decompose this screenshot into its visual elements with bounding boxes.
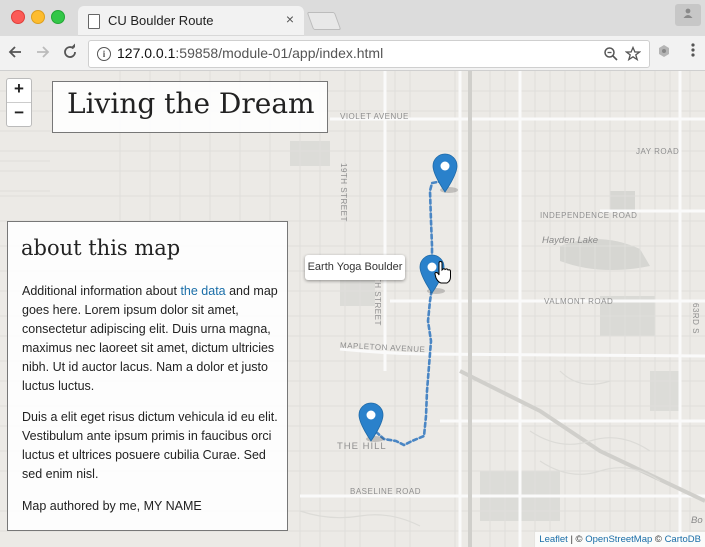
hand-cursor-icon	[434, 261, 451, 284]
about-heading: about this map	[21, 236, 181, 260]
address-bar[interactable]: i 127.0.0.1:59858/module-01/app/index.ht…	[88, 40, 650, 68]
extension-icon[interactable]	[657, 44, 671, 58]
profile-button[interactable]	[675, 4, 701, 26]
info-icon[interactable]: i	[97, 47, 111, 61]
cartodb-link[interactable]: CartoDB	[665, 534, 701, 545]
map-label-baseline-road: BASELINE ROAD	[350, 487, 421, 496]
map-label-violet-avenue: VIOLET AVENUE	[340, 112, 409, 121]
tab-close-icon[interactable]: ×	[286, 11, 294, 27]
back-arrow-icon[interactable]	[6, 42, 26, 62]
the-data-link[interactable]: the data	[180, 284, 225, 298]
menu-dots-icon[interactable]	[691, 42, 695, 63]
map-label-bo: Bo	[691, 515, 703, 526]
browser-tab[interactable]: CU Boulder Route ×	[78, 6, 304, 36]
tab-title: CU Boulder Route	[108, 13, 214, 28]
page-icon	[88, 14, 100, 29]
marker-tooltip: Earth Yoga Boulder	[305, 255, 405, 280]
window-minimize-button[interactable]	[31, 10, 45, 24]
map-label-the-hill: THE HILL	[337, 441, 387, 452]
about-paragraph-2: Duis a elit eget risus dictum vehicula i…	[22, 410, 278, 481]
map-label-19th-street: 19TH STREET	[339, 163, 348, 222]
map-label-independence-road: INDEPENDENCE ROAD	[540, 211, 638, 220]
map-label-hayden-lake: Hayden Lake	[542, 235, 598, 246]
zoom-out-button[interactable]: −	[7, 103, 31, 126]
new-tab-button[interactable]	[306, 12, 342, 30]
map-label-jay-road: JAY ROAD	[636, 147, 680, 156]
map-label-valmont-road: VALMONT ROAD	[544, 297, 614, 306]
url-text: 127.0.0.1:59858/module-01/app/index.html	[117, 45, 384, 61]
map-marker-north[interactable]	[432, 153, 458, 193]
bookmark-star-icon[interactable]	[625, 46, 641, 62]
zoom-control: + −	[6, 78, 32, 127]
map-title-box: Living the Dream	[52, 81, 328, 133]
about-panel: about this map Additional information ab…	[7, 221, 288, 531]
openstreetmap-link[interactable]: OpenStreetMap	[585, 534, 652, 545]
zoom-in-button[interactable]: +	[7, 79, 31, 103]
map-label-63rd-street: 63RD S	[691, 303, 700, 335]
map-attribution: Leaflet | © OpenStreetMap © CartoDB	[535, 532, 705, 547]
map[interactable]: VIOLET AVENUE JAY ROAD INDEPENDENCE ROAD…	[0, 71, 705, 547]
window-close-button[interactable]	[11, 10, 25, 24]
forward-arrow-icon[interactable]	[32, 42, 52, 62]
map-title: Living the Dream	[67, 87, 315, 120]
window-maximize-button[interactable]	[51, 10, 65, 24]
browser-toolbar: i 127.0.0.1:59858/module-01/app/index.ht…	[0, 36, 705, 71]
map-marker-the-hill[interactable]	[358, 402, 384, 442]
person-icon	[683, 8, 693, 18]
zoom-magnifier-icon[interactable]	[603, 46, 619, 62]
about-author: Map authored by me, MY NAME	[22, 499, 202, 513]
leaflet-link[interactable]: Leaflet	[539, 534, 568, 545]
tab-strip: CU Boulder Route ×	[0, 0, 705, 36]
about-paragraph-1: Additional information about the data an…	[22, 284, 278, 393]
reload-icon[interactable]	[60, 42, 80, 62]
